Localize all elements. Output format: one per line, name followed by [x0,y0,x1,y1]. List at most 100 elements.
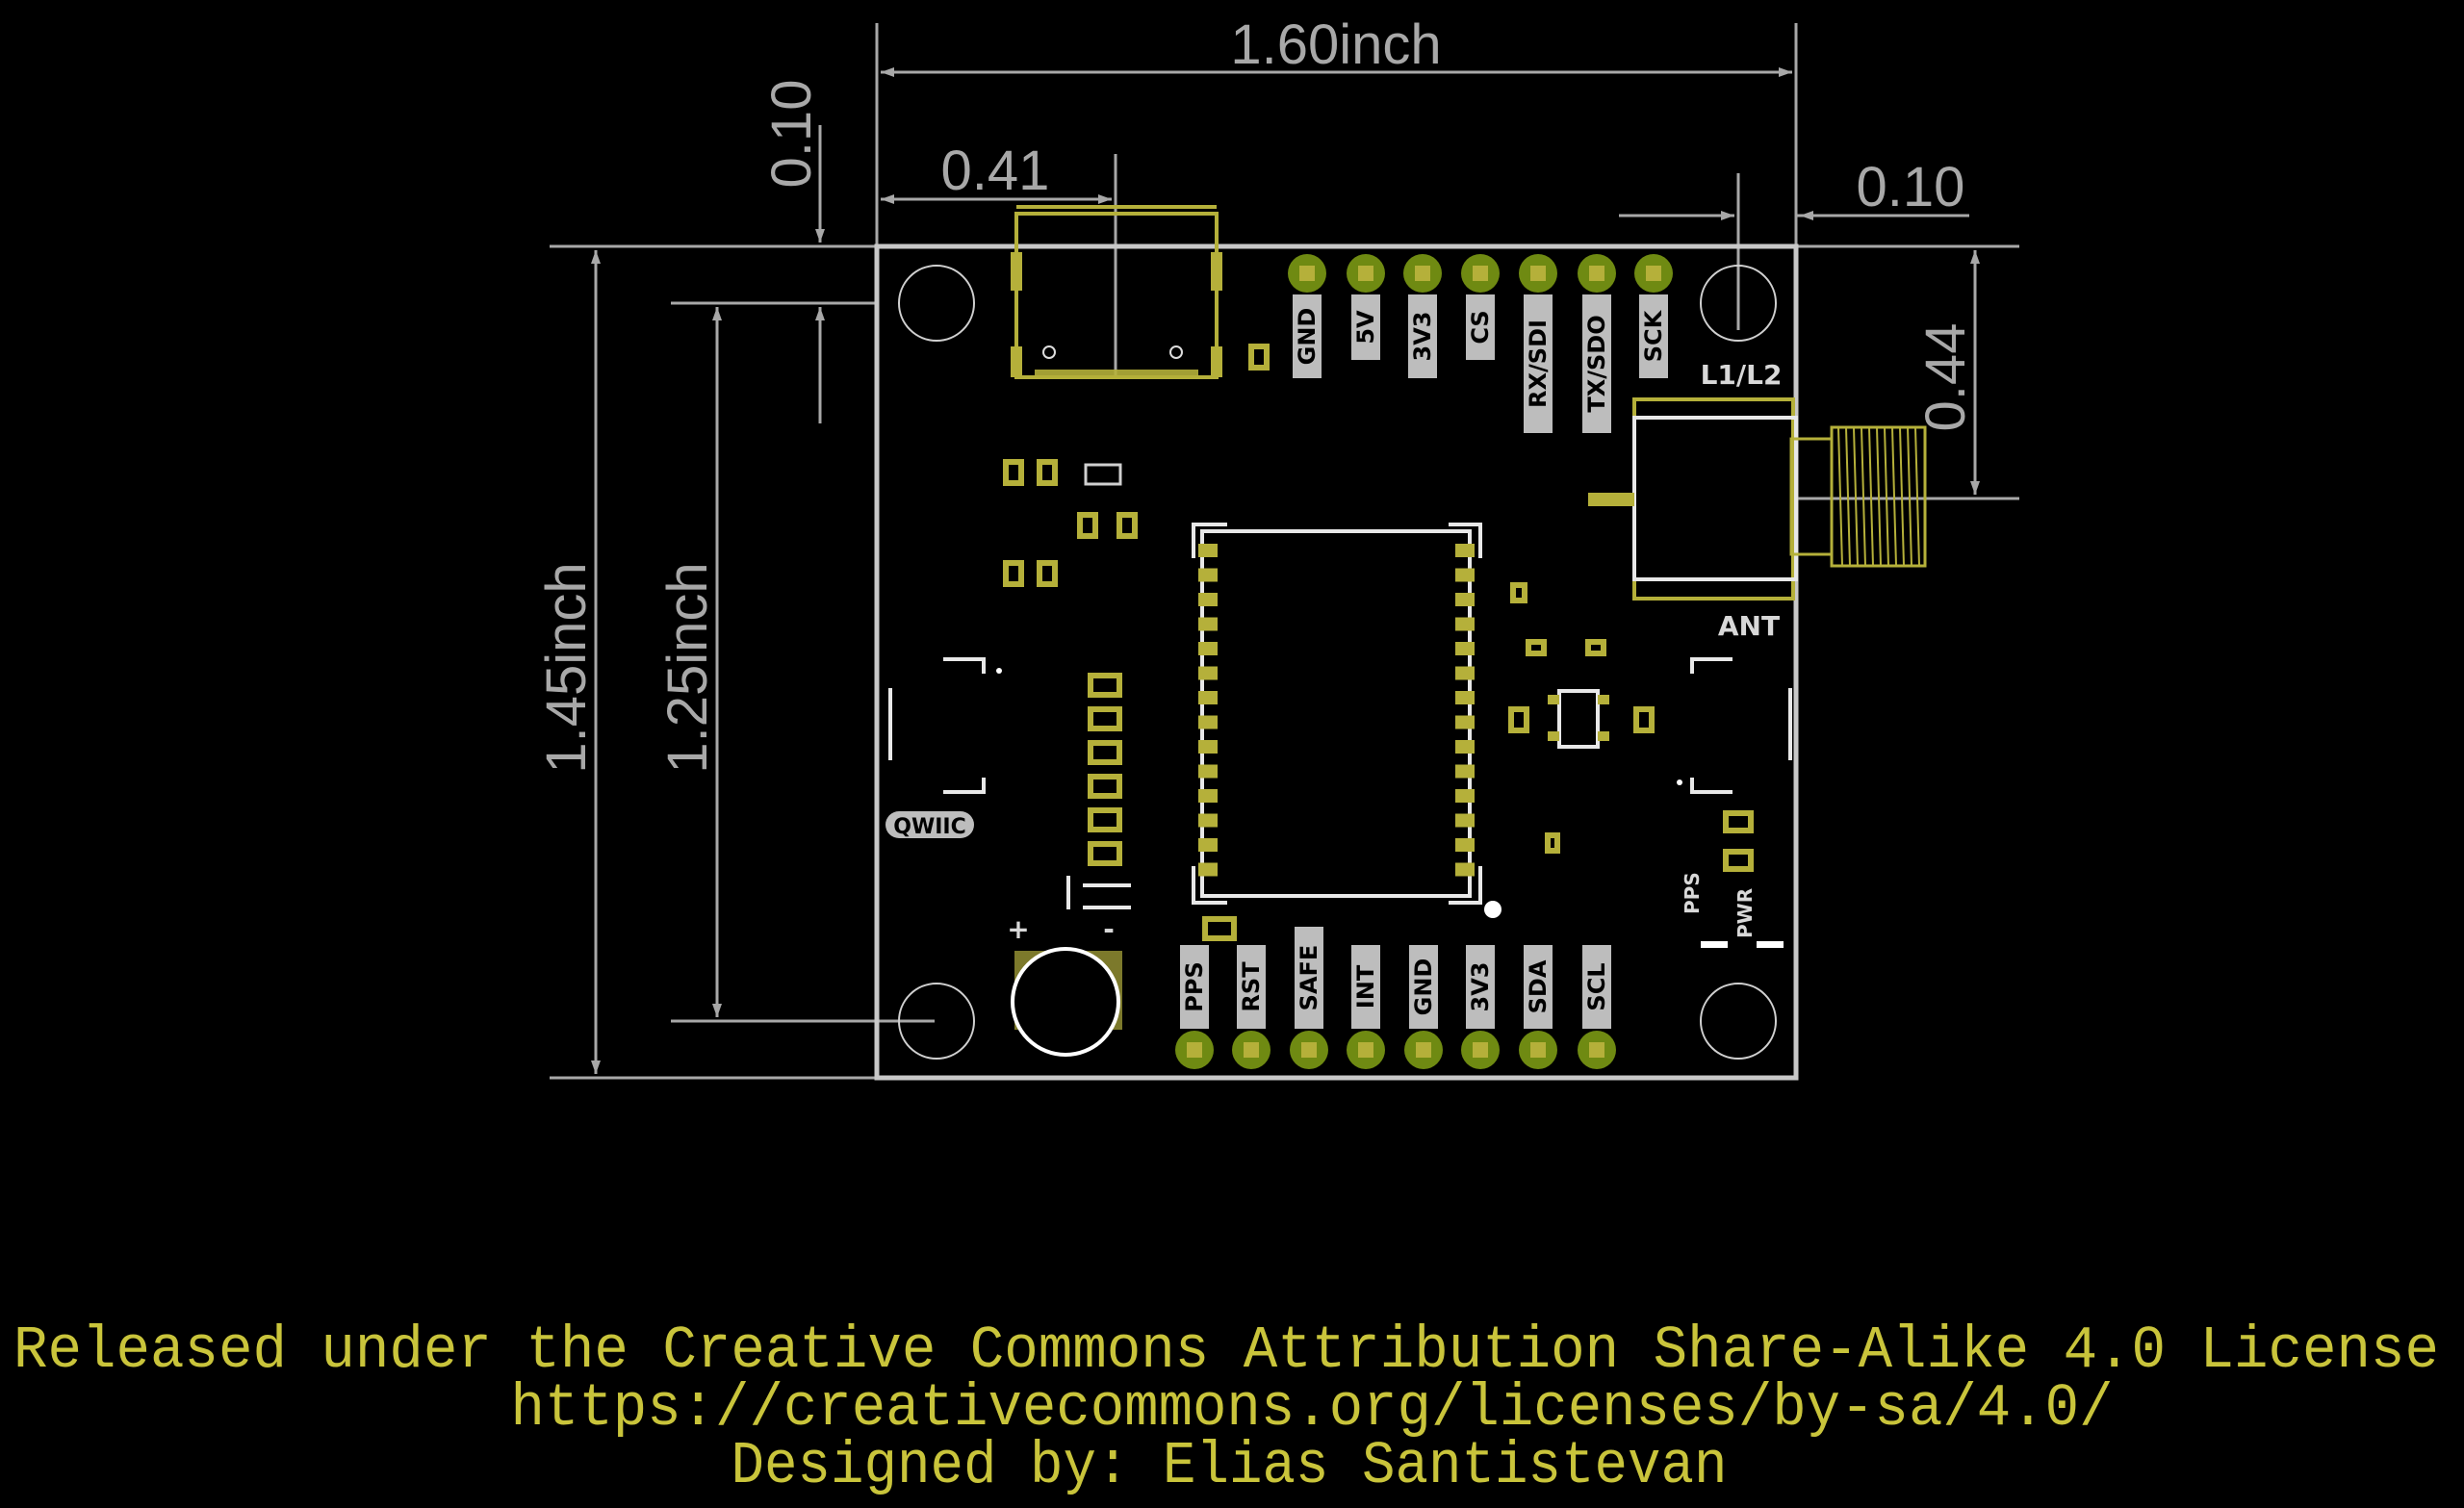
module-pad [1455,544,1475,557]
pin-label: 3V3 [1467,962,1494,1012]
pin-label: SDA [1525,959,1552,1013]
module-pad [1455,715,1475,729]
pin-pad [1589,1042,1604,1058]
pin-pad [1244,1042,1259,1058]
thread-line [1876,426,1882,567]
pin-label: PPS [1181,961,1208,1011]
battery-minus-label: - [1103,913,1115,945]
mounting-holes [898,265,1777,1060]
ic-regulator [1548,689,1609,749]
pin-pad [1530,1042,1546,1058]
module-pad [1455,764,1475,779]
module-pad [1455,789,1475,803]
thread-line [1914,426,1920,567]
module-pad [1198,813,1218,828]
module-pad [1455,813,1475,828]
pin-label: SCK [1640,309,1667,362]
module-pad [1455,617,1475,631]
header-pin[interactable]: INT [1347,945,1385,1069]
module-pad [1455,666,1475,680]
module-pad [1455,740,1475,754]
pin-pad [1530,266,1546,281]
module-pad [1455,593,1475,606]
pps-led-label: PPS [1681,872,1704,914]
pin-label: GND [1294,308,1321,366]
module-pad [1198,715,1218,729]
pps-led-marker [1701,941,1728,948]
hole-offset-top-label: 0.10 [760,80,823,189]
module-pad [1198,544,1218,557]
module-pad [1198,568,1218,582]
pin-pad [1358,1042,1373,1058]
pin-pad [1589,266,1604,281]
module-pad [1198,666,1218,680]
module-pad [1198,691,1218,704]
bottom-header: PPS RST SAFE INT GND 3V3 SDA SCL [1175,927,1616,1069]
module-pad [1198,862,1218,877]
pin-pad [1301,1042,1317,1058]
pin-pad [1473,1042,1488,1058]
pin-label: TX/SDO [1583,315,1610,412]
pin-pad [1358,266,1373,281]
module-pad [1198,642,1218,655]
header-pin[interactable]: 5V [1347,254,1385,360]
module-pad [1198,764,1218,779]
thread-line [1845,426,1851,567]
thread-line [1884,426,1889,567]
module-pad [1455,568,1475,582]
thread-line [1853,426,1859,567]
pin-label: 3V3 [1409,312,1436,362]
header-pin[interactable]: GND [1288,254,1326,378]
ant-label: ANT [1718,610,1780,642]
thread-line [1837,426,1843,567]
header-pin[interactable]: SCL [1578,945,1616,1069]
board-height-label: 1.45inch [535,562,598,773]
pin-pad [1646,266,1661,281]
board-width-label: 1.60inch [1230,13,1441,76]
l1l2-label: L1/L2 [1701,359,1783,391]
pin-pad [1187,1042,1202,1058]
header-pin[interactable]: RX/SDI [1519,254,1557,433]
module-pad [1455,862,1475,877]
usb-offset-label: 0.41 [941,140,1050,202]
pin-pad [1473,266,1488,281]
gps-module [1192,523,1502,918]
pin-label: SCL [1583,962,1610,1010]
module-pad [1455,642,1475,655]
module-pad [1198,593,1218,606]
pwr-led-marker [1757,941,1784,948]
header-pin[interactable]: RST [1232,945,1270,1069]
header-pin[interactable]: 3V3 [1461,945,1500,1069]
thread-line [1907,426,1912,567]
top-header: GND 5V 3V3 CS RX/SDI TX/SDO SCK [1288,254,1673,433]
qwiic-connector-left [888,657,1002,794]
header-pin[interactable]: SAFE [1290,927,1328,1069]
module-pad [1455,838,1475,852]
thread-line [1899,426,1905,567]
header-pin[interactable]: CS [1461,254,1500,360]
qwiic-label: QWIIC [893,815,966,839]
module-pad [1198,740,1218,754]
thread-line [1861,426,1866,567]
header-pin[interactable]: TX/SDO [1578,254,1616,433]
module-pad [1455,691,1475,704]
backup-battery [1011,876,1131,1057]
header-pin[interactable]: SDA [1519,945,1557,1069]
module-pad [1198,838,1218,852]
header-pin[interactable]: PPS [1175,945,1214,1069]
small-components [1003,344,1754,941]
pin-label: SAFE [1296,945,1322,1011]
header-pin[interactable]: SCK [1634,254,1673,378]
pin-label: 5V [1352,310,1379,345]
pin-pad [1415,266,1430,281]
header-pin[interactable]: GND [1404,945,1443,1069]
pin-pad [1416,1042,1431,1058]
pin-label: RST [1238,961,1265,1012]
header-pin[interactable]: 3V3 [1403,254,1442,378]
hole-offset-right-label: 0.10 [1857,156,1965,218]
pin-label: CS [1467,310,1494,344]
pin-label: INT [1352,964,1379,1009]
qwiic-connector-right [1677,657,1792,794]
thread-line [1868,426,1874,567]
hole-spacing-label: 1.25inch [656,562,719,773]
